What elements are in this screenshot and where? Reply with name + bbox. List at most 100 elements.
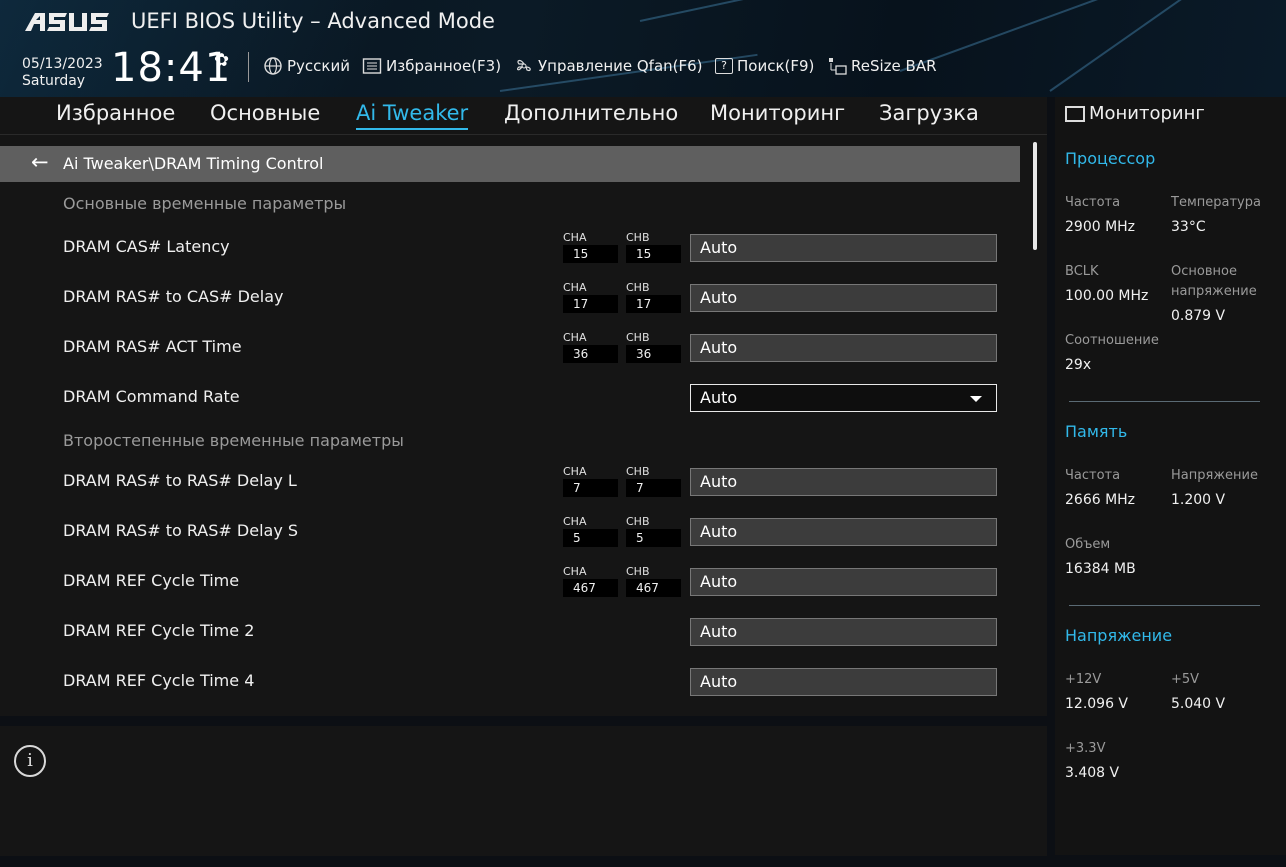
bg-streak bbox=[639, 0, 934, 22]
breadcrumb-path: Ai Tweaker\DRAM Timing Control bbox=[63, 154, 324, 173]
app-title: UEFI BIOS Utility – Advanced Mode bbox=[131, 9, 495, 33]
cpu-temp-label: Температура bbox=[1171, 195, 1261, 210]
channel-a-value: 36 bbox=[563, 345, 618, 363]
mem-size-label: Объем bbox=[1065, 537, 1111, 552]
v33-label: +3.3V bbox=[1065, 741, 1106, 756]
channel-b-label: CHB bbox=[626, 331, 650, 344]
memory-heading: Память bbox=[1065, 422, 1128, 441]
mem-voltage-value: 1.200 V bbox=[1171, 492, 1226, 508]
fan-icon bbox=[514, 57, 534, 75]
ratio-value: 29x bbox=[1065, 357, 1092, 373]
ref-cycle-time-4-input[interactable]: Auto bbox=[690, 668, 997, 696]
favorites-button[interactable]: Избранное(F3) bbox=[362, 57, 501, 75]
v5-label: +5V bbox=[1171, 672, 1200, 687]
search-button[interactable]: ? Поиск(F9) bbox=[715, 57, 814, 75]
language-button[interactable]: Русский bbox=[263, 57, 350, 75]
channel-b-readout: CHB 5 bbox=[626, 515, 681, 547]
favorites-label: Избранное(F3) bbox=[386, 57, 502, 75]
tab-boot[interactable]: Загрузка bbox=[879, 101, 979, 125]
asus-logo-mark bbox=[25, 13, 109, 31]
channel-a-readout: CHA 5 bbox=[563, 515, 618, 547]
divider bbox=[1069, 401, 1260, 402]
qfan-button[interactable]: Управление Qfan(F6) bbox=[514, 57, 703, 75]
divider bbox=[1069, 605, 1260, 606]
tab-bar: Избранное Основные Ai Tweaker Дополнител… bbox=[0, 97, 1047, 135]
tab-ai-tweaker[interactable]: Ai Tweaker bbox=[356, 101, 469, 130]
channel-b-value: 7 bbox=[626, 479, 681, 497]
command-rate-dropdown[interactable]: Auto bbox=[690, 384, 997, 412]
tab-advanced[interactable]: Дополнительно bbox=[504, 101, 678, 125]
channel-b-value: 467 bbox=[626, 579, 681, 597]
bclk-value: 100.00 MHz bbox=[1065, 288, 1149, 304]
cas-latency-input[interactable]: Auto bbox=[690, 234, 997, 262]
channel-b-label: CHB bbox=[626, 515, 650, 528]
favorites-list-icon bbox=[362, 57, 382, 75]
resizebar-label: ReSize BAR bbox=[851, 57, 937, 75]
channel-b-readout: CHB 36 bbox=[626, 331, 681, 363]
ras-to-cas-delay-input[interactable]: Auto bbox=[690, 284, 997, 312]
ratio-label: Соотношение bbox=[1065, 333, 1159, 348]
cpu-freq-label: Частота bbox=[1065, 195, 1121, 210]
tab-monitor[interactable]: Мониторинг bbox=[710, 101, 845, 125]
globe-icon bbox=[263, 57, 283, 75]
resizebar-button[interactable]: ReSize BAR bbox=[827, 57, 937, 75]
setting-label: DRAM RAS# to CAS# Delay bbox=[63, 287, 284, 306]
channel-b-value: 5 bbox=[626, 529, 681, 547]
bclk-label: BCLK bbox=[1065, 264, 1099, 279]
monitor-title-text: Мониторинг bbox=[1089, 103, 1205, 124]
channel-a-readout: CHA 15 bbox=[563, 231, 618, 263]
tab-main[interactable]: Основные bbox=[210, 101, 320, 125]
ref-cycle-time-2-input[interactable]: Auto bbox=[690, 618, 997, 646]
help-info-panel: i bbox=[0, 726, 1047, 856]
channel-b-readout: CHB 7 bbox=[626, 465, 681, 497]
tab-favorites[interactable]: Избранное bbox=[56, 101, 175, 125]
channel-b-readout: CHB 467 bbox=[626, 565, 681, 597]
cpu-temp-value: 33°C bbox=[1171, 219, 1206, 235]
v5-value: 5.040 V bbox=[1171, 696, 1226, 712]
voltage-heading: Напряжение bbox=[1065, 626, 1173, 645]
v12-value: 12.096 V bbox=[1065, 696, 1129, 712]
cpu-freq-value: 2900 MHz bbox=[1065, 219, 1136, 235]
v33-value: 3.408 V bbox=[1065, 765, 1120, 781]
ras-act-time-input[interactable]: Auto bbox=[690, 334, 997, 362]
setting-label: DRAM REF Cycle Time 2 bbox=[63, 621, 255, 640]
divider bbox=[248, 52, 249, 82]
setting-label: DRAM REF Cycle Time bbox=[63, 571, 240, 590]
monitor-title: Мониторинг bbox=[1065, 103, 1205, 124]
mem-freq-label: Частота bbox=[1065, 468, 1121, 483]
header-bar: UEFI BIOS Utility – Advanced Mode 05/13/… bbox=[0, 0, 1286, 97]
channel-a-readout: CHA 17 bbox=[563, 281, 618, 313]
date-text: 05/13/2023 bbox=[22, 56, 103, 72]
v12-label: +12V bbox=[1065, 672, 1102, 687]
channel-a-value: 7 bbox=[563, 479, 618, 497]
ras-to-ras-delay-s-input[interactable]: Auto bbox=[690, 518, 997, 546]
back-arrow-icon[interactable]: ← bbox=[31, 150, 49, 174]
language-label: Русский bbox=[287, 57, 350, 75]
setting-label: DRAM RAS# to RAS# Delay L bbox=[63, 471, 297, 490]
section-secondary-timings: Второстепенные временные параметры bbox=[63, 431, 404, 450]
resizebar-icon bbox=[827, 57, 847, 75]
help-search-icon: ? bbox=[715, 58, 733, 74]
channel-a-value: 17 bbox=[563, 295, 618, 313]
gear-icon[interactable]: ✿ bbox=[214, 50, 229, 71]
channel-b-label: CHB bbox=[626, 465, 650, 478]
ras-to-ras-delay-l-input[interactable]: Auto bbox=[690, 468, 997, 496]
cpu-heading: Процессор bbox=[1065, 149, 1156, 168]
mem-voltage-label: Напряжение bbox=[1171, 468, 1258, 483]
channel-a-readout: CHA 467 bbox=[563, 565, 618, 597]
channel-b-value: 17 bbox=[626, 295, 681, 313]
channel-a-label: CHA bbox=[563, 231, 587, 244]
channel-b-readout: CHB 17 bbox=[626, 281, 681, 313]
channel-a-label: CHA bbox=[563, 565, 587, 578]
ref-cycle-time-input[interactable]: Auto bbox=[690, 568, 997, 596]
channel-a-label: CHA bbox=[563, 465, 587, 478]
hardware-monitor-panel: Мониторинг Процессор Частота 2900 MHz Те… bbox=[1055, 97, 1286, 855]
channel-a-label: CHA bbox=[563, 515, 587, 528]
core-voltage-label: Основное напряжение bbox=[1171, 264, 1257, 299]
setting-label: DRAM CAS# Latency bbox=[63, 237, 230, 256]
main-panel: Избранное Основные Ai Tweaker Дополнител… bbox=[0, 97, 1047, 716]
chevron-down-icon bbox=[970, 396, 982, 402]
date-display: 05/13/2023 Saturday bbox=[22, 56, 103, 90]
setting-label: DRAM RAS# to RAS# Delay S bbox=[63, 521, 299, 540]
scrollbar[interactable] bbox=[1033, 142, 1037, 250]
